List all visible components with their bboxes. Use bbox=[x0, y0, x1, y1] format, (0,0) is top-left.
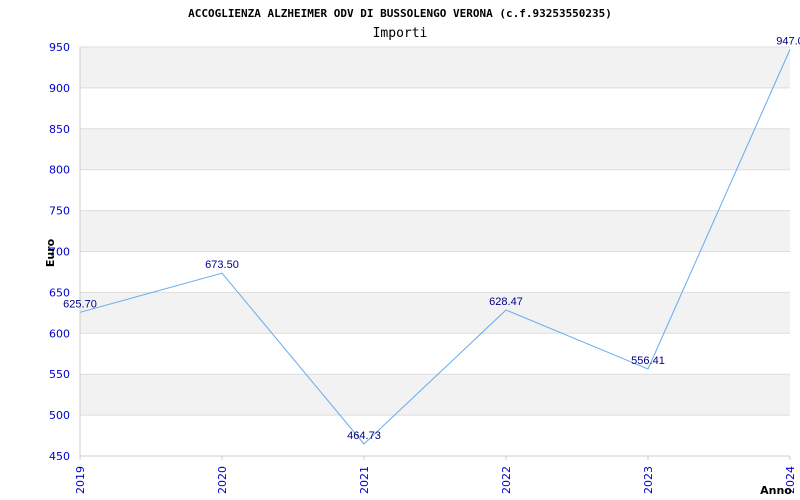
chart-title: ACCOGLIENZA ALZHEIMER ODV DI BUSSOLENGO … bbox=[188, 7, 612, 20]
plot-band bbox=[80, 251, 790, 293]
x-tick-label: 2023 bbox=[642, 466, 655, 494]
plot-band bbox=[80, 87, 790, 129]
chart-subtitle: Importi bbox=[373, 26, 428, 41]
plot-band bbox=[80, 333, 790, 375]
plot-band bbox=[80, 210, 790, 252]
x-tick-label: 2021 bbox=[358, 466, 371, 494]
data-label: 628.47 bbox=[489, 296, 523, 308]
plot-band bbox=[80, 374, 790, 416]
x-tick-label: 2019 bbox=[74, 466, 87, 494]
y-tick-label: 750 bbox=[49, 205, 70, 218]
y-tick-label: 600 bbox=[49, 327, 70, 340]
data-label: 464.73 bbox=[347, 430, 381, 442]
y-tick-label: 550 bbox=[49, 368, 70, 381]
data-label: 625.70 bbox=[63, 298, 97, 310]
y-tick-label: 800 bbox=[49, 164, 70, 177]
plot-band bbox=[80, 169, 790, 211]
x-axis-title: Anno bbox=[760, 484, 792, 497]
plot-band bbox=[80, 128, 790, 170]
data-label: 673.50 bbox=[205, 259, 239, 271]
y-tick-label: 450 bbox=[49, 450, 70, 463]
plot-band bbox=[80, 47, 790, 88]
data-label: 556.41 bbox=[631, 355, 665, 367]
plot-band bbox=[80, 415, 790, 456]
line-chart: ACCOGLIENZA ALZHEIMER ODV DI BUSSOLENGO … bbox=[44, 7, 800, 497]
data-label: 947.0 bbox=[776, 35, 800, 47]
y-tick-label: 850 bbox=[49, 123, 70, 136]
x-tick-label: 2022 bbox=[500, 466, 513, 494]
y-tick-label: 500 bbox=[49, 409, 70, 422]
y-tick-label: 950 bbox=[49, 41, 70, 54]
y-tick-label: 900 bbox=[49, 82, 70, 95]
x-tick-labels: 2019 2020 2021 2022 2023 2024 bbox=[74, 466, 797, 494]
x-tick-label: 2020 bbox=[216, 466, 229, 494]
y-axis-title: Euro bbox=[44, 238, 57, 267]
plot-band bbox=[80, 292, 790, 334]
